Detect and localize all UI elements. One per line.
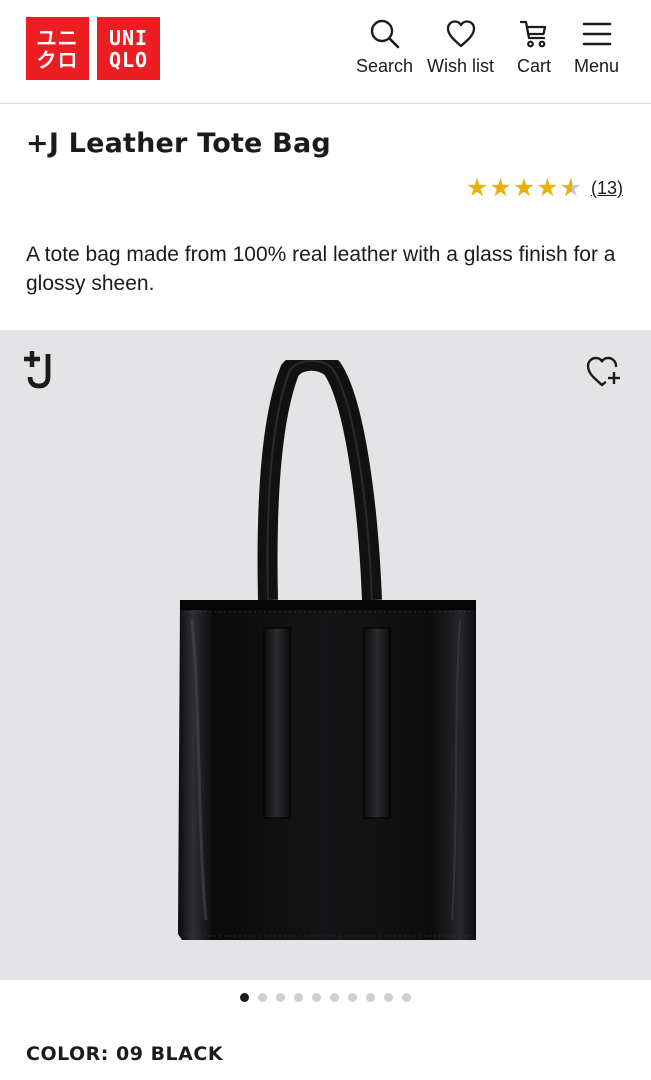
product-title: +J Leather Tote Bag — [26, 128, 331, 159]
product-description: A tote bag made from 100% real leather w… — [26, 243, 616, 295]
logo-latin-block: UNI QLO — [97, 17, 160, 80]
carousel-dot[interactable] — [240, 993, 249, 1002]
star-icon: ★ — [536, 174, 559, 202]
menu-icon — [582, 22, 611, 46]
plus-j-logo — [22, 350, 58, 395]
tote-bag-image — [178, 360, 476, 940]
search-button[interactable]: Search — [356, 18, 413, 77]
logo-katakana-line1: ユニ — [36, 25, 79, 50]
carousel-dot[interactable] — [366, 993, 375, 1002]
menu-button[interactable]: Menu — [574, 18, 619, 77]
half-star-icon: ★ — [559, 174, 582, 202]
search-icon — [370, 19, 399, 49]
site-header: ユニ クロ UNI QLO Search Wish list Cart Menu — [0, 0, 651, 104]
carousel-pagination — [0, 993, 651, 1002]
uniqlo-logo[interactable]: ユニ クロ UNI QLO — [26, 17, 160, 80]
logo-latin-line1: UNI — [108, 25, 149, 50]
carousel-dot[interactable] — [384, 993, 393, 1002]
star-icon: ★ — [465, 174, 489, 202]
wishlist-label: Wish list — [427, 56, 494, 76]
search-label: Search — [356, 56, 414, 76]
star-icon: ★ — [512, 174, 536, 202]
rating-stars: ★ ★ ★ ★ ★ — [466, 176, 583, 201]
add-to-wishlist-button[interactable] — [585, 354, 625, 395]
logo-latin-line2: QLO — [108, 47, 149, 72]
heart-plus-icon — [586, 356, 620, 387]
cart-icon — [519, 20, 547, 48]
cart-button[interactable]: Cart — [517, 18, 551, 77]
heart-icon — [446, 20, 475, 48]
wishlist-button[interactable]: Wish list — [427, 18, 494, 77]
logo-katakana-block: ユニ クロ — [26, 17, 89, 80]
product-rating[interactable]: ★ ★ ★ ★ ★ (13) — [466, 176, 623, 201]
review-count-link[interactable]: (13) — [591, 178, 623, 199]
selected-color-label: COLOR: 09 BLACK — [26, 1043, 224, 1065]
carousel-dot[interactable] — [294, 993, 303, 1002]
product-image-carousel[interactable] — [0, 330, 651, 980]
menu-label: Menu — [574, 56, 620, 76]
logo-katakana-line2: クロ — [36, 47, 79, 72]
star-icon: ★ — [489, 174, 512, 202]
plus-j-icon — [24, 351, 51, 389]
carousel-dot[interactable] — [258, 993, 267, 1002]
carousel-dot[interactable] — [402, 993, 411, 1002]
carousel-dot[interactable] — [276, 993, 285, 1002]
carousel-dot[interactable] — [312, 993, 321, 1002]
cart-label: Cart — [517, 56, 552, 76]
carousel-dot[interactable] — [348, 993, 357, 1002]
carousel-dot[interactable] — [330, 993, 339, 1002]
